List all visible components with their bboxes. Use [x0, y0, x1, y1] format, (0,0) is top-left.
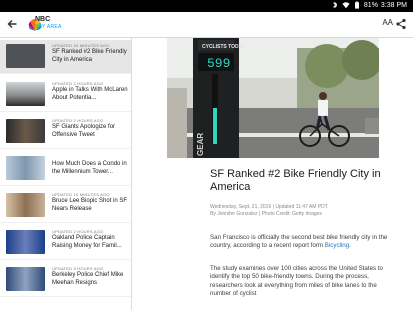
- story-title: Oakland Police Captain Raising Money for…: [52, 235, 122, 249]
- paragraph-text-end: .: [349, 242, 351, 250]
- logo-text-bay-area: BAY AREA: [35, 24, 62, 30]
- story-thumbnail: [6, 156, 45, 180]
- story-thumbnail: [6, 82, 45, 106]
- clock: 3:38 PM: [380, 1, 407, 9]
- story-title: How Much Does a Condo in the Millennium …: [52, 161, 127, 175]
- share-icon[interactable]: [395, 18, 407, 30]
- back-arrow-icon[interactable]: [6, 18, 18, 30]
- divider: [0, 148, 131, 149]
- story-thumbnail: [6, 230, 45, 254]
- story-list-item[interactable]: Updated 2 hours ago Apple in Talks With …: [0, 78, 131, 112]
- status-icons: 81% 3:38 PM: [331, 1, 407, 9]
- battery-percent: 81%: [363, 1, 378, 9]
- story-title: SF Giants Apologize for Offensive Tweet: [52, 124, 116, 138]
- divider: [0, 296, 131, 297]
- wifi-icon: [342, 2, 350, 9]
- story-title: Apple in Talks With McLaren About Potent…: [52, 87, 128, 101]
- divider: [0, 259, 131, 260]
- story-thumbnail: [6, 44, 45, 68]
- story-list-item[interactable]: Updated 33 minutes ago SF Ranked #2 Bike…: [0, 40, 131, 74]
- story-title: Berkeley Police Chief Mike Meehan Resign…: [52, 272, 124, 286]
- article-pane: CYCLISTS TODAY 599 GEAR SF Ranked #2 Bik…: [132, 38, 413, 310]
- story-list-item[interactable]: Updated 3 hours ago Berkeley Police Chie…: [0, 263, 131, 297]
- article-headline: SF Ranked #2 Bike Friendly City in Ameri…: [210, 168, 381, 193]
- divider: [0, 73, 131, 74]
- article-date: Wednesday, Sept. 21, 2016 | Updated 11:4…: [210, 204, 328, 210]
- story-list-item[interactable]: Updated 10 minutes ago Bruce Lee Biopic …: [0, 189, 131, 223]
- bicycling-link[interactable]: Bicycling: [325, 242, 349, 249]
- story-thumbnail: [6, 267, 45, 291]
- divider: [0, 111, 131, 112]
- story-title: SF Ranked #2 Bike Friendly City in Ameri…: [52, 49, 127, 63]
- divider: [0, 185, 131, 186]
- story-list: Updated 33 minutes ago SF Ranked #2 Bike…: [0, 38, 132, 310]
- story-title: Bruce Lee Biopic Shot in SF Nears Releas…: [52, 198, 128, 212]
- battery-icon: [354, 1, 359, 9]
- story-list-item[interactable]: How Much Does a Condo in the Millennium …: [0, 152, 131, 186]
- bluetooth-icon: [333, 1, 338, 9]
- article-byline: Wednesday, Sept. 21, 2016 | Updated 11:4…: [210, 204, 370, 218]
- app-bar: NBC BAY AREA AA: [0, 12, 413, 38]
- article-author: By Jennifer Gonzalez | Photo Credit: Get…: [210, 211, 322, 217]
- hero-sign-gear: GEAR: [196, 133, 205, 156]
- status-bar: 81% 3:38 PM: [0, 0, 413, 12]
- hero-photo: CYCLISTS TODAY 599 GEAR: [167, 38, 379, 158]
- story-list-item[interactable]: Updated 2 hours ago SF Giants Apologize …: [0, 115, 131, 149]
- hero-sign-number: 599: [207, 56, 230, 71]
- story-thumbnail: [6, 119, 45, 143]
- article-paragraph: San Francisco is officially the second b…: [210, 234, 388, 251]
- hero-sign-label: CYCLISTS TODAY: [202, 44, 246, 50]
- story-thumbnail: [6, 193, 45, 217]
- paragraph-text: San Francisco is officially the second b…: [210, 234, 388, 250]
- logo-text-nbc: NBC: [35, 16, 51, 23]
- story-list-item[interactable]: Updated 2 hours ago Oakland Police Capta…: [0, 226, 131, 260]
- text-size-button[interactable]: AA: [382, 18, 393, 27]
- article-paragraph: The study examines over 100 cities acros…: [210, 265, 383, 298]
- divider: [0, 222, 131, 223]
